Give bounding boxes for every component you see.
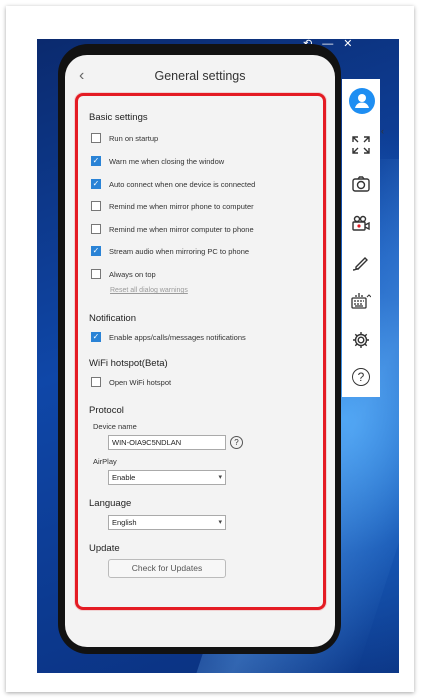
record-icon[interactable] [350,212,372,234]
page-title: General settings [154,69,246,83]
profile-icon[interactable] [349,88,375,114]
close-button[interactable]: ✕ [343,39,352,50]
help-icon[interactable]: ? [352,368,370,386]
highlight-box [75,93,326,610]
whiteboard-icon[interactable] [350,251,372,273]
keyboard-icon[interactable] [350,290,372,312]
toolbar-sidebar: ? [342,79,380,397]
back-button[interactable]: ‹ [79,67,84,85]
header: ‹ General settings [65,55,335,97]
settings-icon[interactable] [350,329,372,351]
screenshot-icon[interactable] [350,173,372,195]
collapse-sidebar-icon[interactable]: ‹ [381,126,384,136]
fullscreen-icon[interactable] [350,134,372,156]
